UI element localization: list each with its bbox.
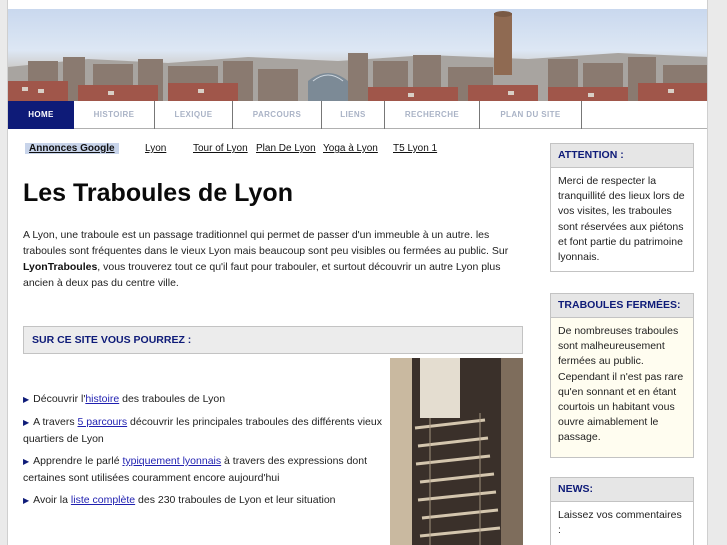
nav-histoire[interactable]: HISTOIRE [74,101,155,129]
traboules-fermees-title: TRABOULES FERMÉES: [551,294,693,318]
lexique-link[interactable]: typiquement lyonnais [122,455,221,467]
traboules-fermees-text: De nombreuses traboules sont malheureuse… [551,318,693,457]
nav-recherche[interactable]: RECHERCHE [385,101,480,129]
intro-brand-name: LyonTraboules [23,261,98,273]
lyon-skyline-image [8,11,707,101]
list-item: ▶ A travers 5 parcours découvrir les prin… [23,414,383,447]
nav-parcours[interactable]: PARCOURS [233,101,322,129]
news-box: NEWS: Laissez vos commentaires : [550,477,694,545]
page-title: Les Traboules de Lyon [23,179,293,207]
attention-box: ATTENTION : Merci de respecter la tranqu… [550,143,694,272]
intro-paragraph: A Lyon, une traboule est un passage trad… [23,227,525,291]
list-item-text: Avoir la [33,494,71,506]
ad-link-yoga-a-lyon[interactable]: Yoga à Lyon [323,143,378,154]
nav-lexique[interactable]: LEXIQUE [155,101,233,129]
page: HOME HISTOIRE LEXIQUE PARCOURS LIENS REC… [7,0,708,545]
ads-title-link[interactable]: Annonces Google [25,143,119,154]
triangle-bullet-icon: ▶ [23,418,30,427]
histoire-link[interactable]: histoire [85,393,119,405]
list-item: ▶ Apprendre le parlé typiquement lyonnais… [23,453,383,486]
list-item-text: des traboules de Lyon [119,393,226,405]
list-item: ▶ Découvrir l'histoire des traboules de L… [23,391,383,408]
ad-link-tour-of-lyon[interactable]: Tour of Lyon [193,143,248,154]
attention-title: ATTENTION : [551,144,693,168]
traboule-staircase-photo [390,358,523,545]
ad-link-lyon[interactable]: Lyon [145,143,166,154]
section-title: SUR CE SITE VOUS POURREZ : [32,334,192,346]
nav-plan-du-site[interactable]: PLAN DU SITE [480,101,582,129]
list-item-text: Apprendre le parlé [33,455,123,467]
list-item: ▶ Avoir la liste complète des 230 traboul… [23,492,383,509]
list-item-text: Découvrir l' [33,393,86,405]
ad-link-t5-lyon[interactable]: T5 Lyon 1 [393,143,437,154]
list-item-text: des 230 traboules de Lyon et leur situat… [135,494,336,506]
triangle-bullet-icon: ▶ [23,395,30,404]
section-header-box: SUR CE SITE VOUS POURREZ : [23,326,523,354]
intro-text-start: A Lyon, une traboule est un passage trad… [23,229,509,257]
news-text: Laissez vos commentaires : [558,509,682,537]
attention-text: Merci de respecter la tranquillité des l… [558,175,685,264]
features-list: ▶ Découvrir l'histoire des traboules de L… [23,391,383,515]
list-item-text: A travers [33,416,78,428]
ad-link-plan-de-lyon[interactable]: Plan De Lyon [256,143,316,154]
triangle-bullet-icon: ▶ [23,496,30,505]
liste-complete-link[interactable]: liste complète [71,494,135,506]
news-title: NEWS: [551,478,693,502]
main-navigation: HOME HISTOIRE LEXIQUE PARCOURS LIENS REC… [8,101,707,129]
triangle-bullet-icon: ▶ [23,457,30,466]
nav-liens[interactable]: LIENS [322,101,385,129]
parcours-link[interactable]: 5 parcours [78,416,128,428]
traboules-fermees-box: TRABOULES FERMÉES: De nombreuses traboul… [550,293,694,458]
banner-panorama [8,9,707,101]
nav-home[interactable]: HOME [8,101,74,129]
